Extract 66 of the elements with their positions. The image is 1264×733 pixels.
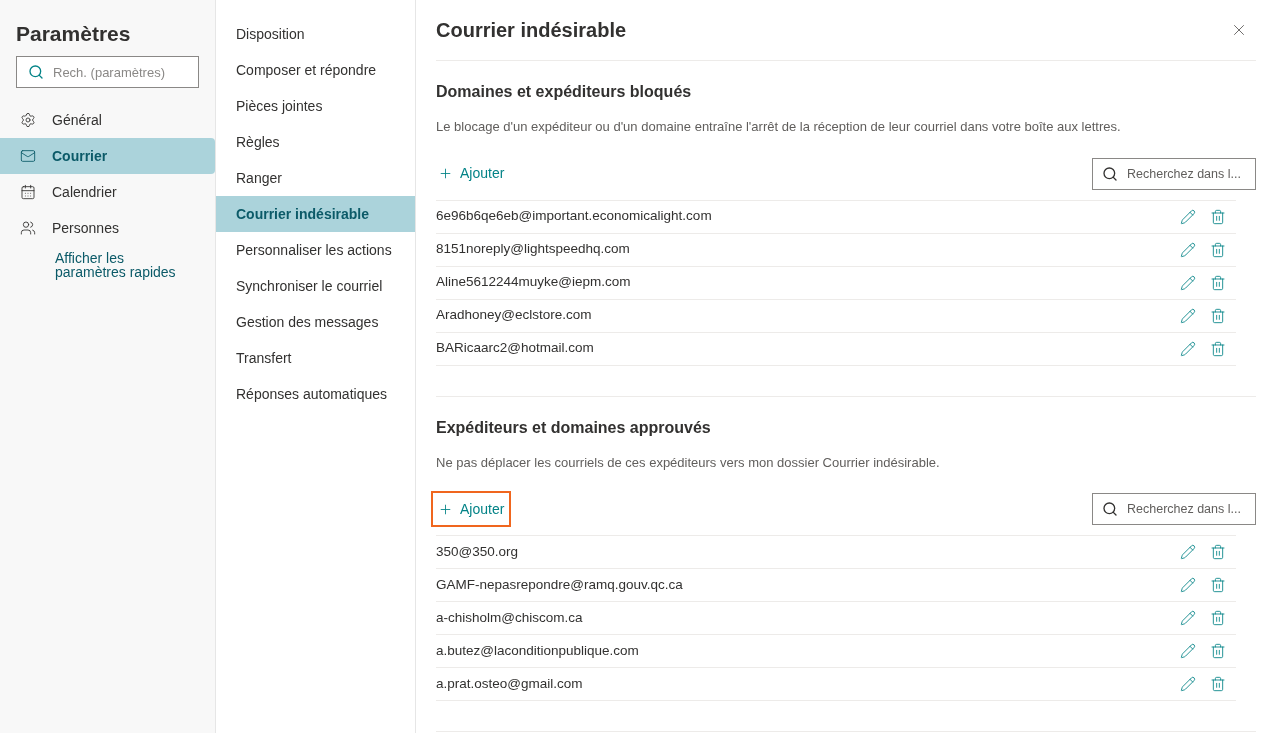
search-icon [1102,165,1118,182]
panel-title: Courrier indésirable [436,18,627,43]
add-button[interactable]: Ajouter [431,155,512,192]
delete-icon[interactable] [1210,676,1226,692]
delete-icon[interactable] [1210,610,1226,626]
add-button[interactable]: Ajouter [431,491,512,527]
settings-title: Paramètres [15,21,132,47]
search-icon [28,64,44,80]
delete-icon[interactable] [1210,307,1226,324]
settings-category[interactable]: Réponses automatiques [216,376,415,412]
settings-category[interactable]: Personnaliser les actions [216,232,415,268]
sender-address: a.prat.osteo@gmail.com [436,674,583,693]
sender-address: 8151noreply@lightspeedhq.com [436,240,630,259]
edit-icon[interactable] [1180,544,1196,560]
settings-category[interactable]: Gestion des messages [216,304,415,340]
sidebar-item[interactable]: Général [0,102,215,138]
search-field[interactable]: Rech. (paramètres) [16,56,199,88]
section-heading: Expéditeurs et domaines approuvés [436,417,712,438]
plus-icon [438,166,453,181]
edit-icon[interactable] [1180,241,1196,258]
settings-category[interactable]: Composer et répondre [216,52,415,88]
envelope-icon [20,148,36,164]
sender-address: Aline5612244muyke@iepm.com [436,273,631,292]
delete-icon[interactable] [1210,274,1226,291]
edit-icon[interactable] [1180,307,1196,324]
settings-icon [20,112,36,128]
sender-address: Aradhoney@eclstore.com [436,306,592,325]
delete-icon[interactable] [1210,643,1226,659]
delete-icon[interactable] [1210,241,1226,258]
search-field[interactable]: Recherchez dans l... [1092,493,1256,525]
settings-category[interactable]: Courrier indésirable [216,196,415,232]
sidebar-item[interactable]: Personnes [0,210,215,246]
delete-icon[interactable] [1210,208,1226,225]
sender-address: 6e96b6qe6eb@important.economicalight.com [436,207,712,226]
delete-icon[interactable] [1210,577,1226,593]
edit-icon[interactable] [1180,208,1196,225]
edit-icon[interactable] [1180,643,1196,659]
edit-icon[interactable] [1180,340,1196,357]
plus-icon [438,501,453,517]
delete-icon[interactable] [1210,340,1226,357]
section-heading: Domaines et expéditeurs bloqués [436,82,693,102]
sender-address: a.butez@laconditionpublique.com [436,641,639,660]
settings-category[interactable]: Règles [216,124,415,160]
section-description: Le blocage d'un expéditeur ou d'un domaine entraîne l'arrêt de la réception de leur courriel dans votre boîte aux lettres. [436,118,1122,136]
sender-address: GAMF-nepasrepondre@ramq.gouv.qc.ca [436,575,683,594]
section-description: Ne pas déplacer les courriels de ces expéditeurs vers mon dossier Courrier indésirable. [436,453,941,472]
edit-icon[interactable] [1180,610,1196,626]
edit-icon[interactable] [1180,676,1196,692]
settings-category[interactable]: Ranger [216,160,415,196]
quick-settings-link[interactable]: Afficher les paramètres rapides [55,251,195,279]
sender-address: 350@350.org [436,542,518,561]
settings-category[interactable]: Pièces jointes [216,88,415,124]
people-icon [20,220,36,236]
edit-icon[interactable] [1180,577,1196,593]
settings-category[interactable]: Synchroniser le courriel [216,268,415,304]
sender-address: a-chisholm@chiscom.ca [436,608,583,627]
settings-category[interactable]: Transfert [216,340,415,376]
sender-address: BARicaarc2@hotmail.com [436,339,594,358]
calendar-icon [20,184,36,200]
settings-category[interactable]: Disposition [216,16,415,52]
sidebar-item[interactable]: Courrier [0,138,215,174]
search-icon [1102,501,1118,517]
search-field[interactable]: Recherchez dans l... [1092,157,1256,190]
edit-icon[interactable] [1180,274,1196,291]
delete-icon[interactable] [1210,544,1226,560]
sidebar-item[interactable]: Calendrier [0,174,215,210]
